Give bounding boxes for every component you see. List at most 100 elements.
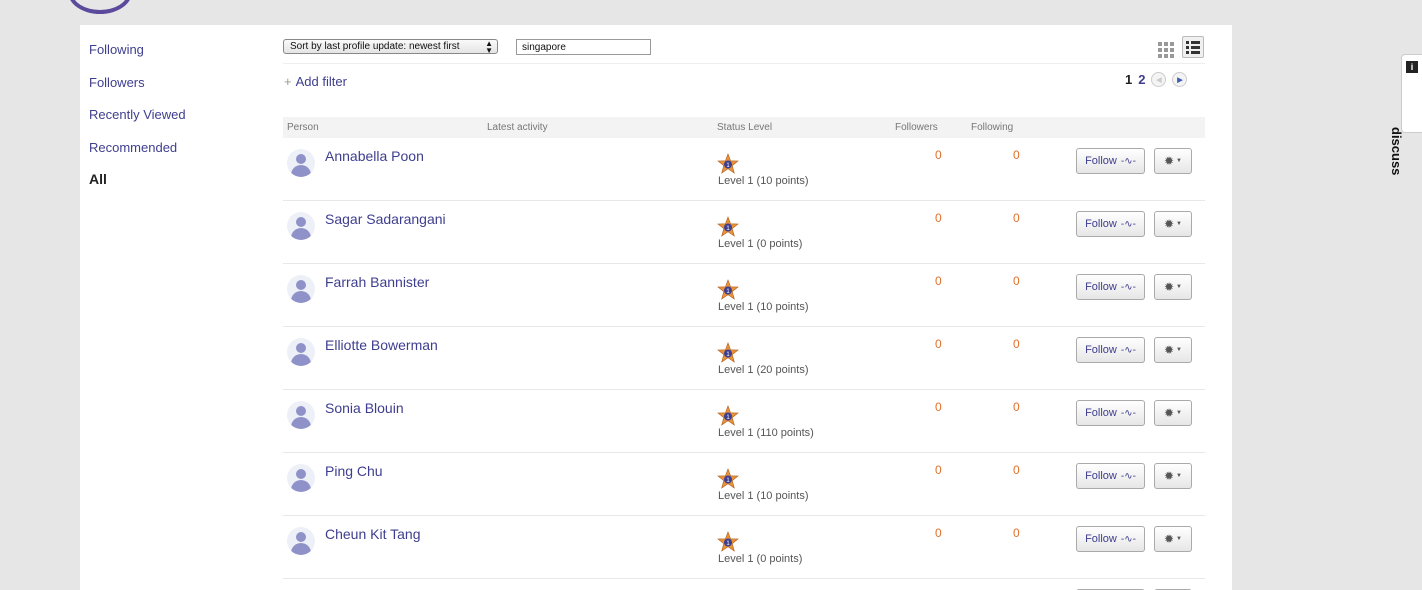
gear-dropdown-button[interactable]: ✹ ▼: [1154, 274, 1192, 300]
column-followers[interactable]: Followers: [895, 122, 938, 133]
avatar-icon[interactable]: [287, 149, 315, 177]
pulse-icon: -∿-: [1120, 407, 1136, 419]
list-view-icon[interactable]: [1182, 36, 1204, 58]
status-level-text: Level 1 (10 points): [718, 490, 809, 502]
following-count: 0: [1013, 148, 1020, 162]
follow-button-label: Follow: [1085, 155, 1117, 167]
info-icon: i: [1406, 61, 1418, 73]
status-level-text: Level 1 (10 points): [718, 301, 809, 313]
sidebar-item-followers[interactable]: Followers: [89, 74, 269, 107]
gear-dropdown-button[interactable]: ✹ ▼: [1154, 400, 1192, 426]
prev-page-icon[interactable]: ◀: [1151, 72, 1167, 87]
table-row-partial: [283, 579, 1205, 590]
person-name-link[interactable]: Farrah Bannister: [325, 274, 429, 290]
gear-dropdown-button[interactable]: ✹ ▼: [1154, 526, 1192, 552]
column-latest-activity[interactable]: Latest activity: [487, 122, 548, 133]
column-person[interactable]: Person: [287, 122, 319, 133]
sidebar-item-recently-viewed[interactable]: Recently Viewed: [89, 106, 269, 139]
logo-icon[interactable]: [68, 0, 132, 14]
level-star-icon: 1: [717, 531, 739, 552]
avatar-icon[interactable]: [287, 275, 315, 303]
follow-button[interactable]: Follow -∿-: [1076, 274, 1145, 300]
sort-select[interactable]: Sort by last profile update: newest firs…: [283, 39, 498, 54]
person-name-link[interactable]: Cheun Kit Tang: [325, 526, 420, 542]
pulse-icon: -∿-: [1120, 470, 1136, 482]
pulse-icon: -∿-: [1120, 218, 1136, 230]
follow-button[interactable]: Follow -∿-: [1076, 400, 1145, 426]
add-filter-label: Add filter: [295, 74, 347, 89]
person-name-link[interactable]: Sonia Blouin: [325, 400, 404, 416]
gear-icon: ✹: [1163, 217, 1175, 231]
table-row: Sonia Blouin 1 Level 1 (110 points) 0 0 …: [283, 390, 1205, 453]
follow-button[interactable]: Follow -∿-: [1076, 337, 1145, 363]
follow-button-label: Follow: [1085, 470, 1117, 482]
gear-icon: ✹: [1163, 406, 1175, 420]
person-name-link[interactable]: Ping Chu: [325, 463, 383, 479]
follow-button-label: Follow: [1085, 218, 1117, 230]
gear-icon: ✹: [1163, 280, 1175, 294]
table-row: Ping Chu 1 Level 1 (10 points) 0 0 Follo…: [283, 453, 1205, 516]
gear-dropdown-button[interactable]: ✹ ▼: [1154, 148, 1192, 174]
chevron-down-icon: ▼: [1176, 536, 1182, 542]
table-header: Person Latest activity Status Level Foll…: [283, 117, 1205, 138]
avatar-icon[interactable]: [287, 212, 315, 240]
sidebar-item-all[interactable]: All: [89, 171, 269, 204]
follow-button-label: Follow: [1085, 533, 1117, 545]
gear-icon: ✹: [1163, 154, 1175, 168]
sidebar-item-following[interactable]: Following: [89, 41, 269, 74]
sidebar-item-recommended[interactable]: Recommended: [89, 139, 269, 172]
person-name-link[interactable]: Sagar Sadarangani: [325, 211, 446, 227]
avatar-icon[interactable]: [287, 527, 315, 555]
following-count: 0: [1013, 211, 1020, 225]
search-input[interactable]: [516, 39, 651, 55]
gear-dropdown-button[interactable]: ✹ ▼: [1154, 211, 1192, 237]
select-arrows-icon: ▲ ▼: [485, 39, 493, 54]
gear-icon: ✹: [1163, 532, 1175, 546]
follow-button[interactable]: Follow -∿-: [1076, 211, 1145, 237]
avatar-icon[interactable]: [287, 464, 315, 492]
sidebar-nav: Following Followers Recently Viewed Reco…: [89, 41, 269, 204]
table-row: Annabella Poon 1 Level 1 (10 points) 0 0…: [283, 138, 1205, 201]
follow-button[interactable]: Follow -∿-: [1076, 526, 1145, 552]
pulse-icon: -∿-: [1120, 155, 1136, 167]
avatar-icon[interactable]: [287, 338, 315, 366]
column-following[interactable]: Following: [971, 122, 1013, 133]
people-list: Annabella Poon 1 Level 1 (10 points) 0 0…: [283, 138, 1205, 590]
sort-select-value: Sort by last profile update: newest firs…: [290, 41, 460, 52]
level-star-icon: 1: [717, 405, 739, 426]
page-link-2[interactable]: 2: [1138, 72, 1145, 87]
pulse-icon: -∿-: [1120, 281, 1136, 293]
following-count: 0: [1013, 400, 1020, 414]
followers-count: 0: [935, 463, 942, 477]
followers-count: 0: [935, 526, 942, 540]
following-count: 0: [1013, 337, 1020, 351]
next-page-icon[interactable]: ▶: [1172, 72, 1188, 87]
chevron-down-icon: ▼: [1176, 347, 1182, 353]
pagination: 1 2 ◀ ▶: [1125, 72, 1188, 87]
plus-icon: +: [284, 74, 292, 89]
chevron-down-icon: ▼: [1176, 410, 1182, 416]
discuss-label: discuss: [1389, 127, 1404, 176]
table-row: Farrah Bannister 1 Level 1 (10 points) 0…: [283, 264, 1205, 327]
grid-view-icon[interactable]: [1155, 38, 1176, 58]
discuss-tab[interactable]: i discuss: [1389, 54, 1422, 175]
gear-dropdown-button[interactable]: ✹ ▼: [1154, 337, 1192, 363]
level-star-icon: 1: [717, 468, 739, 489]
table-row: Cheun Kit Tang 1 Level 1 (0 points) 0 0 …: [283, 516, 1205, 579]
followers-count: 0: [935, 400, 942, 414]
follow-button[interactable]: Follow -∿-: [1076, 463, 1145, 489]
follow-button[interactable]: Follow -∿-: [1076, 148, 1145, 174]
add-filter-link[interactable]: + Add filter: [284, 74, 347, 89]
followers-count: 0: [935, 337, 942, 351]
gear-dropdown-button[interactable]: ✹ ▼: [1154, 463, 1192, 489]
level-star-icon: 1: [717, 279, 739, 300]
status-level-text: Level 1 (0 points): [718, 553, 803, 565]
level-star-icon: 1: [717, 342, 739, 363]
person-name-link[interactable]: Annabella Poon: [325, 148, 424, 164]
column-status-level[interactable]: Status Level: [717, 122, 772, 133]
avatar-icon[interactable]: [287, 401, 315, 429]
follow-button-label: Follow: [1085, 344, 1117, 356]
person-name-link[interactable]: Elliotte Bowerman: [325, 337, 438, 353]
followers-count: 0: [935, 274, 942, 288]
pulse-icon: -∿-: [1120, 344, 1136, 356]
